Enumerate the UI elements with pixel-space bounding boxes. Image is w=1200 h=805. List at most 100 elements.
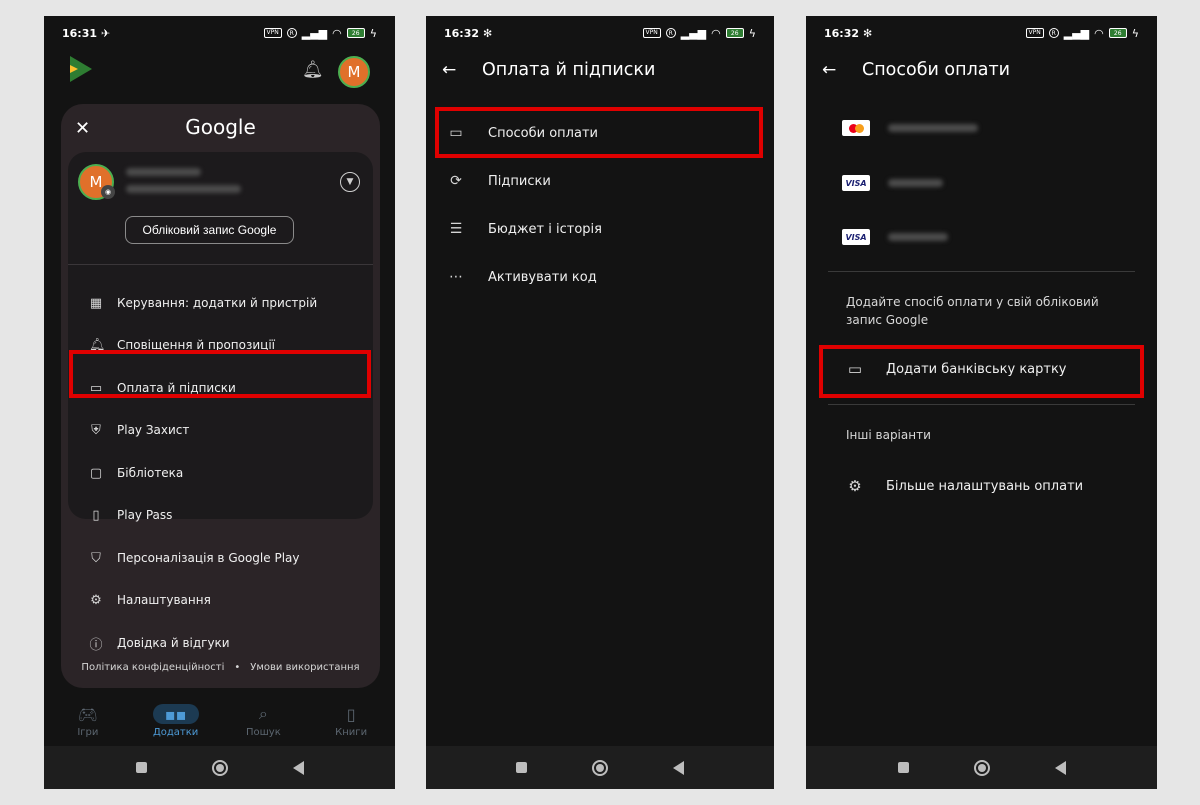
tab-games[interactable]: 🎮︎ Ігри — [44, 696, 132, 746]
menu-item-payments[interactable]: ▭ Оплата й підписки — [89, 378, 236, 398]
divider — [828, 271, 1135, 272]
back-arrow-icon[interactable]: ← — [442, 60, 460, 80]
menu-item-settings[interactable]: ⚙ Налаштування — [89, 590, 211, 610]
refresh-icon: ⟳ — [450, 173, 462, 189]
phone-screen-payment-methods: 16:32 ✻ VPN R ▂▄▆ ◠ 26 ϟ ← Способи оплат… — [806, 16, 1157, 789]
redeem-code-item[interactable]: ⋯ Активувати код — [446, 267, 597, 287]
status-bar: 16:31 ✈ VPN R ▂▄▆ ◠ 26 ϟ — [44, 16, 395, 50]
notification-icon: ✈ — [101, 26, 111, 40]
menu-item-play-protect[interactable]: ⛨ Play Захист — [89, 420, 189, 440]
vpn-icon: VPN — [642, 28, 661, 38]
card-name-redacted — [888, 179, 943, 187]
home-button[interactable] — [973, 759, 990, 776]
gear-icon: ⚙ — [90, 592, 102, 608]
bell-icon: 🔔︎ — [89, 337, 106, 353]
back-button[interactable] — [673, 760, 684, 775]
tab-books[interactable]: ▯ Книги — [307, 696, 395, 746]
system-nav-bar — [426, 746, 774, 789]
folder-icon: ▢ — [89, 465, 103, 481]
home-button[interactable] — [592, 759, 608, 776]
signal-icon: ▂▄▆ — [680, 26, 707, 40]
card-icon: ▭ — [89, 380, 103, 396]
footer-separator: • — [234, 662, 241, 673]
menu-item-manage-apps[interactable]: ▦ Керування: додатки й пристрій — [89, 293, 317, 313]
grid-icon: ▦ — [89, 295, 103, 311]
charging-icon: ϟ — [748, 26, 756, 40]
phone-screen-account-menu: 16:31 ✈ VPN R ▂▄▆ ◠ 26 ϟ 🔔︎ M ✕ Google M… — [44, 16, 395, 789]
bottom-tab-bar: 🎮︎ Ігри ▪▪ Додатки ⌕ Пошук ▯ Книги — [44, 696, 395, 746]
status-time: 16:32 — [824, 26, 860, 40]
battery-icon: 26 — [346, 28, 365, 38]
menu-item-label: Бібліотека — [117, 466, 184, 480]
menu-item-library[interactable]: ▢ Бібліотека — [89, 463, 183, 483]
status-bar: 16:32 ✻ VPN R ▂▄▆ ◠ 26 ϟ — [806, 16, 1157, 50]
terms-link[interactable]: Умови використання — [250, 662, 359, 673]
tab-search[interactable]: ⌕ Пошук — [220, 696, 308, 746]
item-label: Бюджет і історія — [488, 221, 602, 237]
status-bar: 16:32 ✻ VPN R ▂▄▆ ◠ 26 ϟ — [426, 16, 774, 50]
recents-button[interactable] — [897, 762, 909, 773]
home-button[interactable] — [211, 759, 228, 776]
menu-item-play-pass[interactable]: ▯ Play Pass — [89, 505, 172, 525]
help-icon: ⓘ — [89, 637, 103, 653]
card-icon: ▭ — [449, 125, 463, 141]
chevron-down-icon[interactable]: ▼ — [340, 172, 360, 192]
fan-icon: ✻ — [863, 26, 873, 40]
recents-button[interactable] — [135, 762, 147, 773]
google-play-logo-icon — [70, 56, 92, 82]
saved-card-visa-1[interactable]: VISA — [842, 174, 943, 192]
bell-icon[interactable]: 🔔︎ — [302, 60, 324, 80]
menu-item-label: Play Pass — [117, 508, 173, 522]
privacy-link[interactable]: Політика конфіденційності — [81, 662, 224, 673]
tab-label: Ігри — [77, 727, 99, 738]
google-account-button[interactable]: Обліковий запис Google — [125, 216, 294, 244]
item-label: Більше налаштувань оплати — [886, 478, 1084, 494]
shield-person-icon: ⛉ — [91, 550, 101, 566]
back-button[interactable] — [292, 760, 304, 775]
google-logo: Google — [185, 115, 256, 139]
gear-icon: ⚙ — [848, 477, 862, 495]
more-payment-settings-item[interactable]: ⚙ Більше налаштувань оплати — [846, 476, 1083, 496]
menu-item-notifications[interactable]: 🔔︎ Сповіщення й пропозиції — [89, 335, 275, 355]
subscriptions-item[interactable]: ⟳ Підписки — [446, 171, 551, 191]
add-bank-card-item[interactable]: ▭ Додати банківську картку — [846, 359, 1067, 379]
menu-item-help[interactable]: ⓘ Довідка й відгуки — [89, 633, 229, 653]
tab-label: Книги — [335, 727, 368, 738]
item-label: Підписки — [488, 173, 551, 189]
fan-icon: ✻ — [483, 26, 493, 40]
menu-item-label: Play Захист — [117, 423, 190, 437]
account-name-redacted — [126, 168, 201, 176]
tab-label: Пошук — [246, 727, 281, 738]
item-label: Активувати код — [488, 269, 597, 285]
camera-icon[interactable]: ◉ — [101, 185, 115, 199]
card-name-redacted — [888, 233, 948, 241]
back-button[interactable] — [1054, 760, 1066, 775]
payment-methods-item[interactable]: ▭ Способи оплати — [446, 123, 598, 143]
item-label: Способи оплати — [488, 125, 598, 141]
app-bar: ← Оплата й підписки — [442, 60, 655, 80]
tab-apps[interactable]: ▪▪ Додатки — [132, 696, 220, 746]
back-arrow-icon[interactable]: ← — [822, 60, 840, 80]
saved-card-mastercard[interactable] — [842, 119, 978, 137]
shield-icon: ⛨ — [91, 422, 101, 438]
list-icon: ☰ — [449, 221, 463, 237]
vpn-icon: VPN — [263, 28, 282, 38]
system-nav-bar — [44, 746, 395, 789]
tab-label: Додатки — [152, 727, 199, 738]
menu-footer: Політика конфіденційності • Умови викори… — [61, 662, 380, 673]
other-options-header: Інші варіанти — [846, 428, 931, 442]
menu-item-label: Персоналізація в Google Play — [117, 551, 300, 565]
code-icon: ⋯ — [449, 269, 463, 285]
mastercard-icon — [842, 120, 870, 136]
menu-item-label: Керування: додатки й пристрій — [117, 296, 318, 310]
recents-button[interactable] — [516, 762, 527, 773]
budget-history-item[interactable]: ☰ Бюджет і історія — [446, 219, 602, 239]
status-time: 16:31 — [62, 26, 98, 40]
registered-icon: R — [286, 28, 297, 38]
menu-item-personalization[interactable]: ⛉ Персоналізація в Google Play — [89, 548, 299, 568]
item-label: Додати банківську картку — [886, 361, 1067, 377]
avatar[interactable]: M — [338, 56, 370, 88]
visa-icon: VISA — [842, 175, 870, 191]
saved-card-visa-2[interactable]: VISA — [842, 228, 948, 246]
visa-icon: VISA — [842, 229, 870, 245]
